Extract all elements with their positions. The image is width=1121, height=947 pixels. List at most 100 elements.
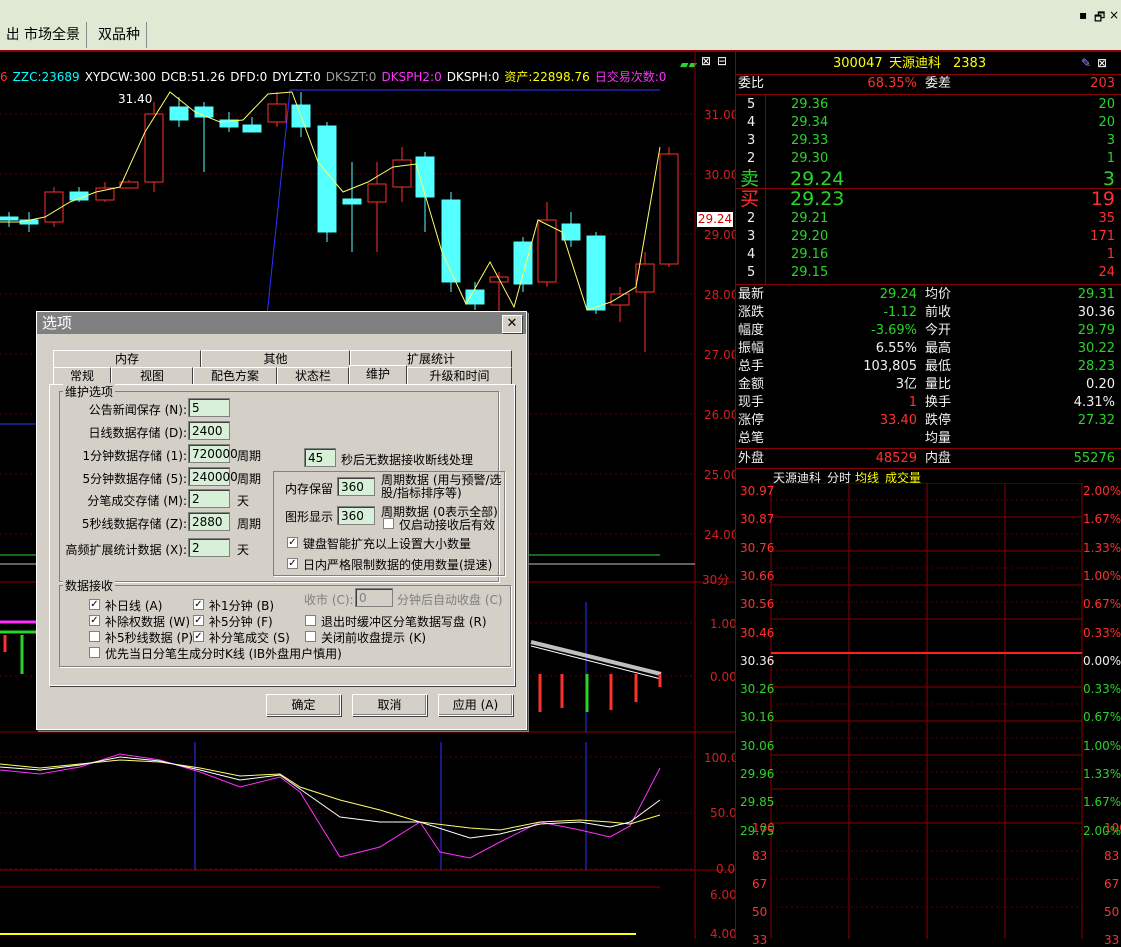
timeout-input[interactable]: 45	[304, 448, 336, 467]
fill-5min-label: 补5分钟 (F)	[209, 615, 273, 629]
exit-write-label: 退出时缓冲区分笔数据写盘 (R)	[321, 615, 487, 629]
sell-volume: 3	[1106, 133, 1115, 148]
dialog-close-button[interactable]: ✕	[502, 315, 522, 333]
prefer-intraday-checkbox[interactable]	[89, 647, 100, 658]
paint-icon[interactable]: ✎	[1081, 56, 1091, 70]
tab-general[interactable]: 常规	[53, 367, 111, 384]
mem-input[interactable]: 360	[337, 477, 375, 496]
price-tick-4: 27.00	[704, 348, 739, 362]
buy-volume: 1	[1106, 247, 1115, 262]
buy-price: 29.16	[791, 247, 829, 262]
candle-body	[465, 289, 485, 305]
stat-value: 3亿	[895, 377, 917, 392]
restore-icon[interactable]: 🗗	[1094, 8, 1105, 29]
close-icon[interactable]: ×	[1109, 8, 1119, 22]
fill-exrights-label: 补除权数据 (W)	[105, 615, 191, 629]
setting-input[interactable]: 240000	[188, 467, 238, 486]
setting-input[interactable]: 2880	[188, 512, 230, 531]
candle-body	[144, 113, 164, 183]
stat-value: 28.23	[1077, 359, 1115, 374]
intraday-pct-tick: 0.67%	[1083, 710, 1121, 725]
candle-body	[537, 219, 557, 283]
weicha-label: 委差	[925, 76, 952, 91]
stat-value: 0.20	[1086, 377, 1115, 392]
data-receive-title: 数据接收	[63, 577, 116, 594]
tab-other[interactable]: 其他	[201, 350, 350, 367]
tab-view[interactable]: 视图	[111, 367, 193, 384]
sell-level: 4	[747, 115, 756, 130]
sell-volume: 20	[1098, 97, 1115, 112]
stat-value: 29.79	[1077, 323, 1115, 338]
intraday-pct-tick: 0.00%	[1083, 653, 1121, 668]
fill-1min-checkbox[interactable]: ✓	[193, 599, 204, 610]
setting-label: 高频扩展统计数据 (X):	[65, 543, 187, 557]
menu-bar: 出 市场全景 双品种 ▪ 🗗 ×	[0, 0, 1121, 50]
exit-write-checkbox[interactable]	[305, 615, 316, 626]
mem-label: 内存保留	[285, 482, 334, 496]
maintenance-group-title: 维护选项	[63, 383, 116, 400]
buy-price: 29.15	[791, 265, 829, 280]
stat-label: 今开	[925, 323, 952, 338]
setting-label: 5分钟数据存储 (5):	[82, 472, 188, 486]
setting-input[interactable]: 2400	[188, 421, 230, 440]
candle-body	[659, 153, 679, 265]
buy-price: 29.20	[791, 229, 829, 244]
candle-body	[0, 216, 19, 221]
stat-label: 金额	[738, 377, 765, 392]
options-dialog: 选项 ✕ 内存 其他 扩展统计 常规 视图 配色方案 状态栏 维护 升级和时间 …	[36, 311, 527, 730]
minimize-icon[interactable]: ▪	[1079, 8, 1087, 22]
setting-input[interactable]: 2	[188, 489, 230, 508]
period-label[interactable]: 30分	[702, 571, 729, 588]
stat-value: 103,805	[863, 359, 917, 374]
fill-5min-checkbox[interactable]: ✓	[193, 615, 204, 626]
candle-body	[169, 106, 189, 121]
close-market-input[interactable]: 0	[355, 588, 393, 607]
keyboard-expand-checkbox[interactable]: ✓	[287, 537, 298, 548]
intraday-vol-tick: 50	[752, 905, 768, 919]
fill-5sec-label: 补5秒线数据 (P)	[105, 631, 194, 645]
intraday-price-tick: 30.06	[740, 738, 775, 753]
menu-item-dual-instrument[interactable]: 双品种	[92, 22, 147, 48]
sell-level: 3	[747, 133, 756, 148]
fill-exrights-checkbox[interactable]: ✓	[89, 615, 100, 626]
tab-upgrade-time[interactable]: 升级和时间	[407, 367, 512, 384]
setting-input[interactable]: 5	[188, 398, 230, 417]
menu-item-market-overview[interactable]: 市场全景	[18, 22, 87, 48]
sell-price: 29.34	[791, 115, 829, 130]
sell-level: 2	[747, 151, 756, 166]
setting-input[interactable]: 720000	[188, 444, 238, 463]
fill-5sec-checkbox[interactable]	[89, 631, 100, 642]
candle-body	[367, 183, 387, 203]
tab-color-scheme[interactable]: 配色方案	[193, 367, 277, 384]
tab-maintenance[interactable]: 维护	[349, 365, 407, 384]
stat-label: 前收	[925, 305, 952, 320]
candle-body	[242, 124, 262, 133]
fill-ticks-label: 补分笔成交 (S)	[209, 631, 290, 645]
fill-daily-checkbox[interactable]: ✓	[89, 599, 100, 610]
draw-only-after-start-checkbox[interactable]	[383, 518, 394, 529]
close-tip-checkbox[interactable]	[305, 631, 316, 642]
intraday-limit-checkbox[interactable]: ✓	[287, 558, 298, 569]
cancel-button[interactable]: 取消	[352, 694, 427, 716]
intraday-pct-tick: 1.67%	[1083, 512, 1121, 527]
stat-label: 幅度	[738, 323, 765, 338]
apply-button[interactable]: 应用 (A)	[438, 694, 513, 716]
stat-label: 最高	[925, 341, 952, 356]
setting-unit: 周期	[237, 517, 262, 531]
buy-volume: 35	[1098, 211, 1115, 226]
tab-status-bar[interactable]: 状态栏	[277, 367, 349, 384]
stat-label: 振幅	[738, 341, 765, 356]
buy-level: 2	[747, 211, 756, 226]
draw-input[interactable]: 360	[337, 506, 375, 525]
stat-value: 27.32	[1077, 413, 1115, 428]
sell-level: 5	[747, 97, 756, 112]
intraday-price-tick: 30.97	[740, 484, 775, 498]
panel-close-icon[interactable]: ⊠	[1097, 56, 1107, 70]
tab-memory[interactable]: 内存	[53, 350, 201, 367]
setting-input[interactable]: 2	[188, 538, 230, 557]
ok-button[interactable]: 确定	[266, 694, 341, 716]
intraday-svg[interactable]	[735, 483, 1121, 939]
sell-level: 卖	[740, 168, 760, 190]
fill-ticks-checkbox[interactable]: ✓	[193, 631, 204, 642]
kd-tick-0: 100.0	[704, 751, 739, 765]
